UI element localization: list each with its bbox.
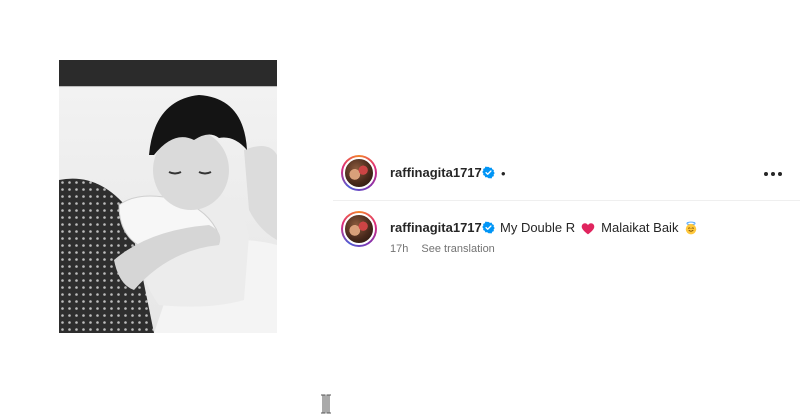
caption-row: raffinagita1717 My Double R Malaikat Bai…: [333, 211, 800, 261]
header-separator: •: [501, 166, 506, 181]
caption-meta: 17h See translation: [390, 242, 495, 256]
post-photo[interactable]: [59, 60, 277, 333]
photo-bw-illustration: [59, 60, 277, 333]
red-heart-emoji-icon: [581, 222, 595, 234]
author-avatar[interactable]: [341, 155, 377, 191]
post-timestamp[interactable]: 17h: [390, 243, 408, 255]
more-horizontal-icon[interactable]: [761, 167, 785, 181]
caption-text-after: Malaikat Baik: [601, 220, 679, 235]
verified-badge-icon: [482, 166, 495, 179]
see-translation-link[interactable]: See translation: [421, 243, 494, 255]
caption-author-avatar[interactable]: [341, 211, 377, 247]
caption-username[interactable]: raffinagita1717: [390, 220, 482, 236]
post-header: raffinagita1717 •: [333, 155, 800, 191]
header-divider: [333, 200, 800, 201]
verified-badge-icon: [482, 221, 495, 234]
text-cursor-icon: [321, 394, 331, 414]
author-username[interactable]: raffinagita1717: [390, 165, 482, 181]
smiling-face-with-halo-emoji-icon: [686, 221, 697, 235]
caption-text-before: My Double R: [500, 220, 576, 235]
instagram-post-page: raffinagita1717 • raffinagita1717 My Dou…: [0, 0, 800, 420]
caption-text: My Double R Malaikat Baik: [500, 220, 698, 236]
post-side-panel: raffinagita1717 • raffinagita1717 My Dou…: [333, 143, 800, 283]
